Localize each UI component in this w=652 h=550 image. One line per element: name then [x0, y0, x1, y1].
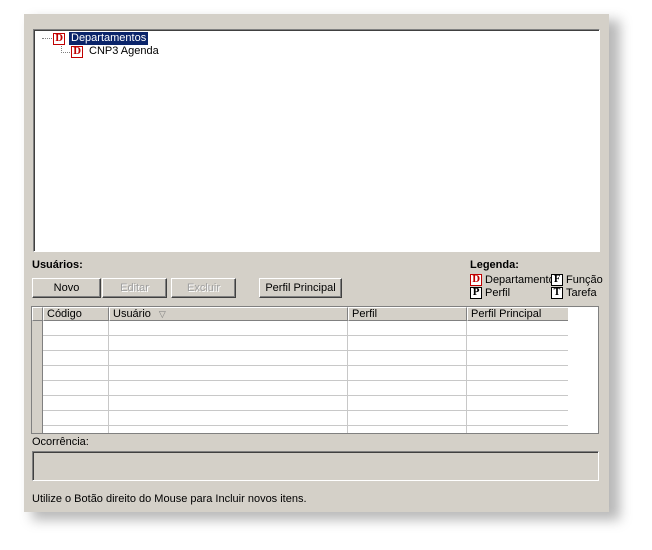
- legend-label: Perfil: [485, 287, 511, 299]
- table-cell[interactable]: [43, 336, 109, 351]
- table-cell[interactable]: [348, 321, 467, 336]
- legend-departamento: D Departamento: [470, 274, 555, 286]
- table-row[interactable]: [43, 351, 569, 366]
- column-header-perfil[interactable]: Perfil: [348, 307, 467, 321]
- delete-button[interactable]: Excluir: [171, 278, 236, 298]
- table-cell[interactable]: [467, 366, 569, 381]
- table-cell[interactable]: [467, 321, 569, 336]
- table-cell[interactable]: [348, 366, 467, 381]
- new-button[interactable]: Novo: [32, 278, 101, 298]
- table-cell[interactable]: [467, 426, 569, 433]
- function-icon: F: [551, 274, 563, 286]
- table-cell[interactable]: [43, 321, 109, 336]
- column-header-usuario[interactable]: Usuário ▽: [109, 307, 348, 321]
- table-cell[interactable]: [109, 321, 348, 336]
- table-cell[interactable]: [348, 396, 467, 411]
- main-profile-button[interactable]: Perfil Principal: [259, 278, 342, 298]
- users-grid[interactable]: Código Usuário ▽ Perfil Perfil Principal: [31, 306, 599, 434]
- tree-node-label[interactable]: CNP3 Agenda: [87, 45, 161, 58]
- user-department-panel: D Departamentos D CNP3 Agenda Usuários: …: [24, 14, 609, 512]
- table-cell[interactable]: [348, 351, 467, 366]
- table-cell[interactable]: [43, 426, 109, 433]
- table-cell[interactable]: [348, 381, 467, 396]
- table-cell[interactable]: [109, 396, 348, 411]
- table-cell[interactable]: [348, 426, 467, 433]
- profile-icon: P: [470, 287, 482, 299]
- table-row[interactable]: [43, 411, 569, 426]
- tree-connector: [42, 38, 52, 39]
- ocorrencia-label: Ocorrência:: [32, 436, 89, 448]
- status-hint: Utilize o Botão direito do Mouse para In…: [32, 493, 307, 505]
- table-row[interactable]: [43, 321, 569, 336]
- grid-header-indicator: [32, 307, 43, 321]
- table-row[interactable]: [43, 336, 569, 351]
- legend-tarefa: T Tarefa: [551, 287, 597, 299]
- table-cell[interactable]: [467, 336, 569, 351]
- table-cell[interactable]: [467, 396, 569, 411]
- grid-empty-area: [568, 307, 598, 433]
- table-cell[interactable]: [43, 366, 109, 381]
- table-cell[interactable]: [43, 396, 109, 411]
- grid-header: Código Usuário ▽ Perfil Perfil Principal: [32, 307, 569, 321]
- tree-connector: [61, 52, 70, 53]
- sort-down-icon: ▽: [158, 309, 166, 319]
- table-cell[interactable]: [109, 411, 348, 426]
- table-cell[interactable]: [109, 381, 348, 396]
- row-indicator-column: [32, 321, 43, 433]
- task-icon: T: [551, 287, 563, 299]
- table-cell[interactable]: [467, 411, 569, 426]
- tree-node-cnp3-agenda[interactable]: D CNP3 Agenda: [71, 45, 161, 58]
- table-cell[interactable]: [109, 351, 348, 366]
- tree-node-label[interactable]: Departamentos: [67, 31, 150, 46]
- department-icon: D: [53, 32, 65, 45]
- department-icon: D: [470, 274, 482, 286]
- table-cell[interactable]: [43, 411, 109, 426]
- table-cell[interactable]: [109, 426, 348, 433]
- users-title: Usuários:: [32, 259, 83, 271]
- legend-funcao: F Função: [551, 274, 603, 286]
- legend-label: Tarefa: [566, 287, 597, 299]
- edit-button[interactable]: Editar: [102, 278, 167, 298]
- table-row[interactable]: [43, 381, 569, 396]
- table-cell[interactable]: [109, 366, 348, 381]
- table-cell[interactable]: [109, 336, 348, 351]
- ocorrencia-field[interactable]: [32, 451, 599, 481]
- tree-node-departamentos[interactable]: D Departamentos: [53, 31, 150, 46]
- table-row[interactable]: [43, 426, 569, 433]
- legend-title: Legenda:: [470, 259, 519, 271]
- legend-label: Função: [566, 274, 603, 286]
- department-tree[interactable]: D Departamentos D CNP3 Agenda: [33, 29, 600, 252]
- table-row[interactable]: [43, 396, 569, 411]
- table-cell[interactable]: [43, 381, 109, 396]
- department-icon: D: [71, 45, 83, 58]
- table-cell[interactable]: [43, 351, 109, 366]
- table-cell[interactable]: [467, 351, 569, 366]
- legend-label: Departamento: [485, 274, 555, 286]
- column-header-perfil-principal[interactable]: Perfil Principal: [467, 307, 569, 321]
- table-row[interactable]: [43, 366, 569, 381]
- column-header-label: Usuário: [113, 308, 151, 320]
- table-cell[interactable]: [467, 381, 569, 396]
- column-header-codigo[interactable]: Código: [43, 307, 109, 321]
- table-cell[interactable]: [348, 336, 467, 351]
- legend-perfil: P Perfil: [470, 287, 510, 299]
- table-cell[interactable]: [348, 411, 467, 426]
